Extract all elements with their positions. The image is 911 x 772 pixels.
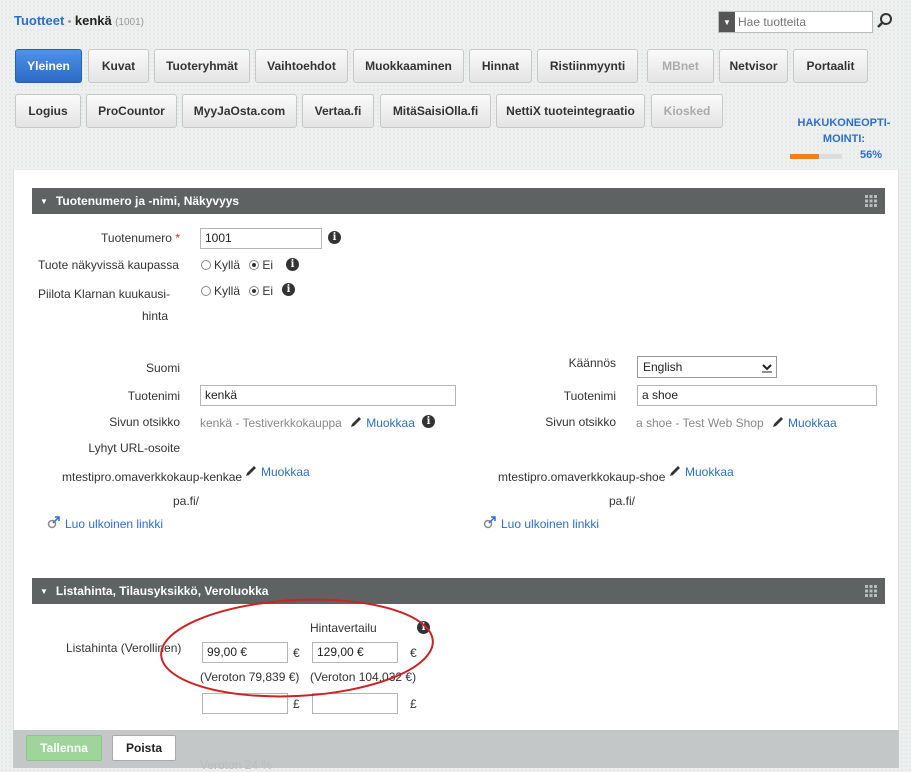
hide-klarna-no-radio[interactable] <box>249 286 260 296</box>
info-icon[interactable]: i <box>282 283 295 296</box>
visible-no-radio[interactable] <box>249 260 260 270</box>
delete-button[interactable]: Poista <box>112 735 176 761</box>
seo-progress-fill <box>790 154 820 159</box>
hide-klarna-label: Piilota Klarnan kuukausi- hinta <box>38 287 171 323</box>
tab-myyjaosta[interactable]: MyyJaOsta.com <box>182 94 297 128</box>
tab-vaihtoehdot[interactable]: Vaihtoehdot <box>255 49 348 83</box>
external-link-icon <box>47 516 60 529</box>
pencil-icon <box>772 417 783 427</box>
tab-netvisor[interactable]: Netvisor <box>719 49 788 83</box>
page-title: kenkä <box>74 13 112 28</box>
grid-handle-icon[interactable] <box>865 585 877 597</box>
product-number-label: Tuotenumero * <box>101 231 180 245</box>
info-icon[interactable]: i <box>286 258 299 271</box>
search-box: ▼ <box>718 11 873 33</box>
edit-url-fi-link[interactable]: Muokkaa <box>244 464 310 479</box>
visible-yes-radio[interactable] <box>201 260 211 270</box>
page-title-value-en: a shoe - Test Web Shop <box>636 416 764 430</box>
tab-logius[interactable]: Logius <box>15 94 81 128</box>
create-external-link-en[interactable]: Luo ulkoinen linkki <box>482 516 599 531</box>
visible-in-store-label: Tuote näkyvissä kaupassa <box>38 258 179 272</box>
page-title-value-fi: kenkä - Testiverkkokauppa <box>200 416 342 430</box>
section-header-product[interactable]: ▼ Tuotenumero ja -nimi, Näkyvyys <box>32 188 885 214</box>
hide-klarna-radio-group: Kyllä Ei <box>201 284 273 298</box>
highlight-annotation <box>160 598 434 698</box>
collapse-arrow-icon: ▼ <box>40 586 48 596</box>
breadcrumb-separator: • <box>67 16 72 28</box>
info-icon[interactable]: i <box>328 231 341 244</box>
seo-title-line1: HAKUKONEOPTI- <box>797 117 891 129</box>
tab-mbnet: MBnet <box>647 49 714 83</box>
save-button[interactable]: Tallenna <box>26 735 102 761</box>
tab-kuvat[interactable]: Kuvat <box>88 49 149 83</box>
tab-mitasaisiolla[interactable]: MitäSaisiOlla.fi <box>380 94 491 128</box>
page-title-label-fi: Sivun otsikko <box>109 415 180 429</box>
tab-kiosked: Kiosked <box>651 94 723 128</box>
pencil-icon <box>246 466 256 476</box>
required-mark: * <box>175 231 180 245</box>
breadcrumb: Tuotteet • kenkä (1001) <box>14 13 144 28</box>
seo-title[interactable]: HAKUKONEOPTI- MOINTI: <box>790 115 898 147</box>
tab-hinnat[interactable]: Hinnat <box>469 49 532 83</box>
visible-radio-group: Kyllä Ei <box>201 258 273 272</box>
search-scope-dropdown[interactable]: ▼ <box>719 12 735 32</box>
grid-handle-icon[interactable] <box>865 195 877 207</box>
chevron-down-icon <box>762 364 772 373</box>
collapse-arrow-icon: ▼ <box>40 196 48 206</box>
short-url-value-en: mtestipro.omaverkkokaup-shoe <box>498 470 666 484</box>
product-number-input[interactable]: 1001 <box>200 228 322 249</box>
translation-select[interactable]: English <box>637 356 777 378</box>
edit-url-en-link[interactable]: Muokkaa <box>668 464 734 479</box>
hide-klarna-yes-radio[interactable] <box>201 286 211 296</box>
external-link-icon <box>483 516 496 529</box>
tab-portaalit[interactable]: Portaalit <box>793 49 868 83</box>
language-finnish-label: Suomi <box>145 361 180 375</box>
short-url-value-en-line2: pa.fi/ <box>609 494 636 508</box>
page-title-row-en: a shoe - Test Web Shop Muokkaa <box>636 415 837 430</box>
translation-label: Käännös <box>568 356 616 370</box>
tab-tuoteryhmat[interactable]: Tuoteryhmät <box>154 49 250 83</box>
short-url-value-fi: mtestipro.omaverkkokaup-kenkae <box>62 470 243 484</box>
info-icon[interactable]: i <box>422 415 435 428</box>
tab-vertaa[interactable]: Vertaa.fi <box>302 94 374 128</box>
edit-page-title-en-link[interactable]: Muokkaa <box>771 416 837 430</box>
create-external-link-fi[interactable]: Luo ulkoinen linkki <box>46 516 163 531</box>
breadcrumb-root-link[interactable]: Tuotteet <box>14 13 64 28</box>
tax-class-select-hidden: Veroton 24 % <box>200 758 273 772</box>
pencil-icon <box>670 466 680 476</box>
pencil-icon <box>351 417 362 427</box>
product-name-input-fi[interactable]: kenkä <box>200 385 456 406</box>
section-title: Tuotenumero ja -nimi, Näkyvyys <box>55 194 240 208</box>
page-title-row-fi: kenkä - Testiverkkokauppa Muokkaa <box>200 415 415 430</box>
short-url-label: Lyhyt URL-osoite <box>88 441 180 455</box>
product-name-input-en[interactable]: a shoe <box>637 385 877 406</box>
tab-muokkaaminen[interactable]: Muokkaaminen <box>353 49 464 83</box>
short-url-value-fi-line2: pa.fi/ <box>173 494 200 508</box>
product-id: (1001) <box>115 17 144 28</box>
product-name-label-en: Tuotenimi <box>563 389 616 403</box>
page-title-label-en: Sivun otsikko <box>545 415 616 429</box>
edit-page-title-fi-link[interactable]: Muokkaa <box>349 416 415 430</box>
search-icon[interactable] <box>876 12 894 30</box>
search-input[interactable] <box>735 15 870 29</box>
tab-procountor[interactable]: ProCountor <box>86 94 177 128</box>
tab-ristiinmyynti[interactable]: Ristiinmyynti <box>537 49 638 83</box>
tab-nettix[interactable]: NettiX tuoteintegraatio <box>496 94 645 128</box>
product-name-label-fi: Tuotenimi <box>127 389 180 403</box>
tab-yleinen[interactable]: Yleinen <box>15 49 82 83</box>
seo-progress-bar <box>790 154 842 159</box>
seo-title-line2: MOINTI: <box>822 133 866 145</box>
seo-percent: 56% <box>860 149 883 161</box>
